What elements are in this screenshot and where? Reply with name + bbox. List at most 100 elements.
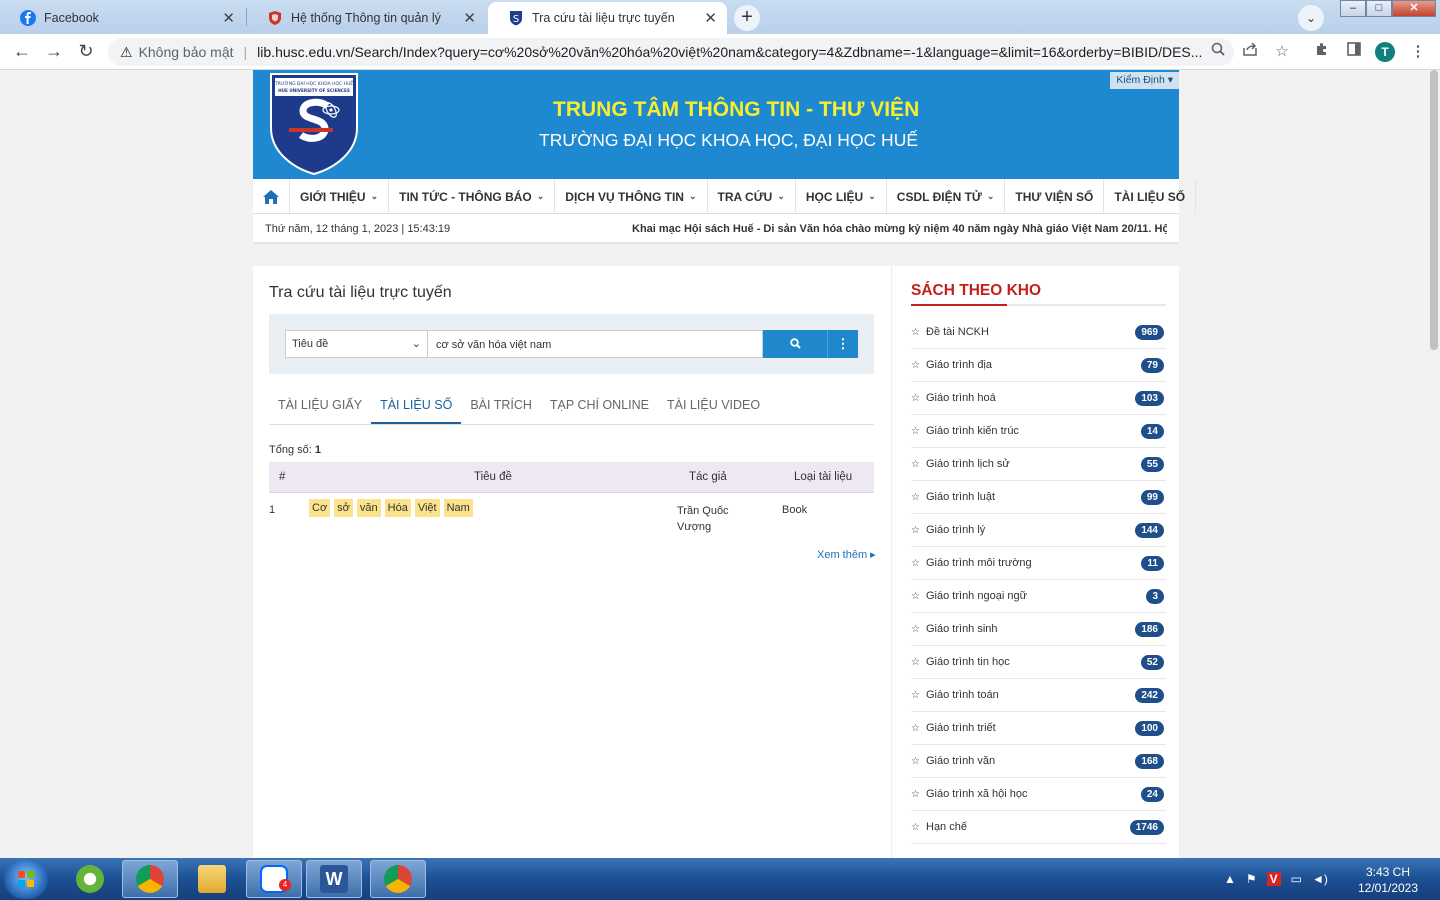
close-window-button[interactable]: ✕ — [1392, 0, 1436, 17]
sidebar-item-label: Giáo trình văn — [926, 755, 996, 767]
search-button[interactable] — [763, 330, 827, 358]
nav-tra-cuu[interactable]: TRA CỨU ⌄ — [708, 179, 796, 214]
tab-tap-chi-online[interactable]: TẠP CHÍ ONLINE — [541, 386, 658, 424]
tab-facebook[interactable]: Facebook ✕ — [0, 2, 245, 34]
bookmark-star-icon[interactable]: ☆ — [1271, 41, 1293, 63]
tab-tai-lieu-video[interactable]: TÀI LIỆU VIDEO — [658, 386, 769, 424]
antivirus-icon[interactable]: V — [1266, 872, 1281, 886]
sidebar-title-underline — [911, 304, 1166, 306]
sidebar-item[interactable]: ☆ Giáo trình kiến trúc 14 — [911, 415, 1166, 448]
sidebar-item-label: Giáo trình xã hội học — [926, 788, 1028, 800]
address-bar[interactable]: ⚠ Không bảo mật | lib.husc.edu.vn/Search… — [108, 38, 1234, 66]
news-marquee[interactable]: Khai mạc Hội sách Huế - Di sản Văn hóa c… — [632, 223, 1167, 235]
start-button[interactable] — [4, 859, 48, 899]
sidebar-item[interactable]: ☆ Giáo trình tin học 52 — [911, 646, 1166, 679]
nav-tai-lieu-so[interactable]: TÀI LIỆU SỐ — [1104, 179, 1197, 214]
taskbar-chrome-n[interactable] — [370, 860, 426, 898]
new-tab-button[interactable]: + — [734, 5, 760, 31]
nav-label: HỌC LIỆU — [805, 189, 864, 204]
sidebar-item[interactable]: ☆ Giáo trình xã hội học 24 — [911, 778, 1166, 811]
maximize-button[interactable]: □ — [1366, 0, 1392, 17]
sidebar-item[interactable]: ☆ Giáo trình toán 242 — [911, 679, 1166, 712]
sidebar-item[interactable]: ☆ Giáo trình văn 168 — [911, 745, 1166, 778]
tab-close-icon[interactable]: ✕ — [463, 9, 476, 27]
page-scrollbar[interactable] — [1428, 70, 1440, 858]
count-badge: 3 — [1146, 589, 1164, 604]
nav-label: THƯ VIỆN SỐ — [1015, 189, 1094, 204]
sidebar-item-label: Giáo trình lịch sử — [926, 458, 1010, 470]
tab-tai-lieu-so[interactable]: TÀI LIỆU SỐ — [371, 386, 462, 424]
taskbar-word[interactable]: W — [306, 860, 362, 898]
tab-tra-cuu[interactable]: S Tra cứu tài liệu trực tuyến ✕ — [488, 2, 727, 34]
husc-logo[interactable]: TRƯỜNG ĐẠI HỌC KHOA HỌC HUẾ HUE UNIVERSI… — [269, 72, 359, 176]
shield-icon — [269, 11, 281, 25]
count-badge: 99 — [1140, 490, 1164, 505]
count-badge: 168 — [1135, 754, 1164, 769]
side-panel-icon[interactable] — [1343, 41, 1365, 63]
nav-csdl[interactable]: CSDL ĐIỆN TỬ ⌄ — [887, 179, 1006, 214]
kiem-dinh-dropdown[interactable]: Kiểm Định ▾ — [1110, 72, 1179, 89]
row-author: Trần Quốc Vượng — [677, 505, 729, 533]
taskbar-zalo[interactable]: 4 — [246, 860, 302, 898]
taskbar-chrome-t[interactable] — [122, 860, 178, 898]
warning-icon[interactable]: ⚠ — [120, 44, 133, 61]
sidebar-item-label: Giáo trình ngoại ngữ — [926, 590, 1027, 602]
sidebar-item[interactable]: ☆ Đề tài NCKH 969 — [911, 316, 1166, 349]
star-icon: ☆ — [911, 723, 920, 734]
system-clock[interactable]: 3:43 CH 12/01/2023 — [1350, 864, 1426, 896]
forward-button[interactable]: → — [42, 40, 66, 64]
sidebar-item[interactable]: ☆ Giáo trình sinh 186 — [911, 613, 1166, 646]
taskbar-coccoc[interactable] — [62, 860, 118, 898]
scrollbar-thumb[interactable] — [1430, 70, 1438, 350]
action-center-icon[interactable]: ⚑ — [1246, 872, 1257, 886]
star-icon: ☆ — [911, 822, 920, 833]
profile-avatar[interactable]: T — [1375, 42, 1395, 62]
minimize-button[interactable]: – — [1340, 0, 1366, 17]
sidebar-item[interactable]: ☆ Giáo trình lịch sử 55 — [911, 448, 1166, 481]
site-banner: TRƯỜNG ĐẠI HỌC KHOA HỌC HUẾ HUE UNIVERSI… — [253, 70, 1179, 179]
tab-close-icon[interactable]: ✕ — [222, 9, 235, 27]
sidebar-item[interactable]: ☆ Hạn chế 1746 — [911, 811, 1166, 844]
reload-button[interactable]: ↻ — [74, 40, 98, 64]
sidebar-item[interactable]: ☆ Giáo trình lý 144 — [911, 514, 1166, 547]
sidebar-item-label: Hạn chế — [926, 821, 967, 833]
search-field-select[interactable]: Tiêu đề ⌄ — [285, 330, 428, 358]
tab-close-icon[interactable]: ✕ — [704, 9, 717, 27]
url-text[interactable]: lib.husc.edu.vn/Search/Index?query=cơ%20… — [257, 44, 1202, 60]
back-button[interactable]: ← — [10, 40, 34, 64]
title-word: Hóa — [384, 499, 411, 517]
home-icon[interactable] — [253, 179, 290, 214]
share-icon[interactable] — [1239, 41, 1261, 63]
browser-tab-strip: Facebook ✕ Hệ thống Thông tin quản lý ✕ … — [0, 0, 1440, 34]
zoom-icon[interactable] — [1207, 41, 1229, 63]
sidebar-item[interactable]: ☆ Giáo trình triết 100 — [911, 712, 1166, 745]
taskbar-explorer[interactable] — [184, 860, 240, 898]
nav-dich-vu[interactable]: DỊCH VỤ THÔNG TIN ⌄ — [555, 179, 708, 214]
tab-search-button[interactable]: ⌄ — [1298, 5, 1324, 31]
menu-dots-icon[interactable]: ⋮ — [1407, 41, 1429, 63]
sidebar-item[interactable]: ☆ Giáo trình ngoại ngữ 3 — [911, 580, 1166, 613]
sidebar-item[interactable]: ☆ Giáo trình hoá 103 — [911, 382, 1166, 415]
security-label[interactable]: Không bảo mật — [139, 44, 234, 60]
search-input[interactable]: cơ sở văn hóa việt nam — [428, 330, 763, 358]
show-hidden-icons-icon[interactable]: ▲ — [1224, 872, 1236, 886]
see-more-link[interactable]: Xem thêm ▸ — [817, 548, 876, 561]
result-title-link[interactable]: Cơ sở văn Hóa Việt Nam — [309, 499, 473, 517]
advanced-options-button[interactable]: ⋮ — [827, 330, 858, 358]
sidebar-item[interactable]: ☆ Giáo trình địa 79 — [911, 349, 1166, 382]
sidebar-item[interactable]: ☆ Giáo trình luật 99 — [911, 481, 1166, 514]
tab-he-thong[interactable]: Hệ thống Thông tin quản lý ✕ — [247, 2, 486, 34]
folder-icon — [198, 865, 226, 893]
nav-tin-tuc[interactable]: TIN TỨC - THÔNG BÁO ⌄ — [389, 179, 556, 214]
nav-gioi-thieu[interactable]: GIỚI THIỆU ⌄ — [290, 179, 390, 214]
volume-icon[interactable]: ◄) — [1312, 872, 1328, 886]
count-badge: 11 — [1141, 556, 1164, 571]
nav-hoc-lieu[interactable]: HỌC LIỆU ⌄ — [796, 179, 887, 214]
sidebar-item[interactable]: ☆ Giáo trình môi trường 11 — [911, 547, 1166, 580]
extensions-icon[interactable] — [1311, 41, 1333, 63]
tab-tai-lieu-giay[interactable]: TÀI LIỆU GIẤY — [269, 386, 371, 424]
count-badge: 52 — [1140, 655, 1164, 670]
nav-thu-vien-so[interactable]: THƯ VIỆN SỐ — [1005, 179, 1105, 214]
tab-bai-trich[interactable]: BÀI TRÍCH — [461, 386, 541, 424]
network-icon[interactable]: ▭ — [1291, 872, 1302, 886]
